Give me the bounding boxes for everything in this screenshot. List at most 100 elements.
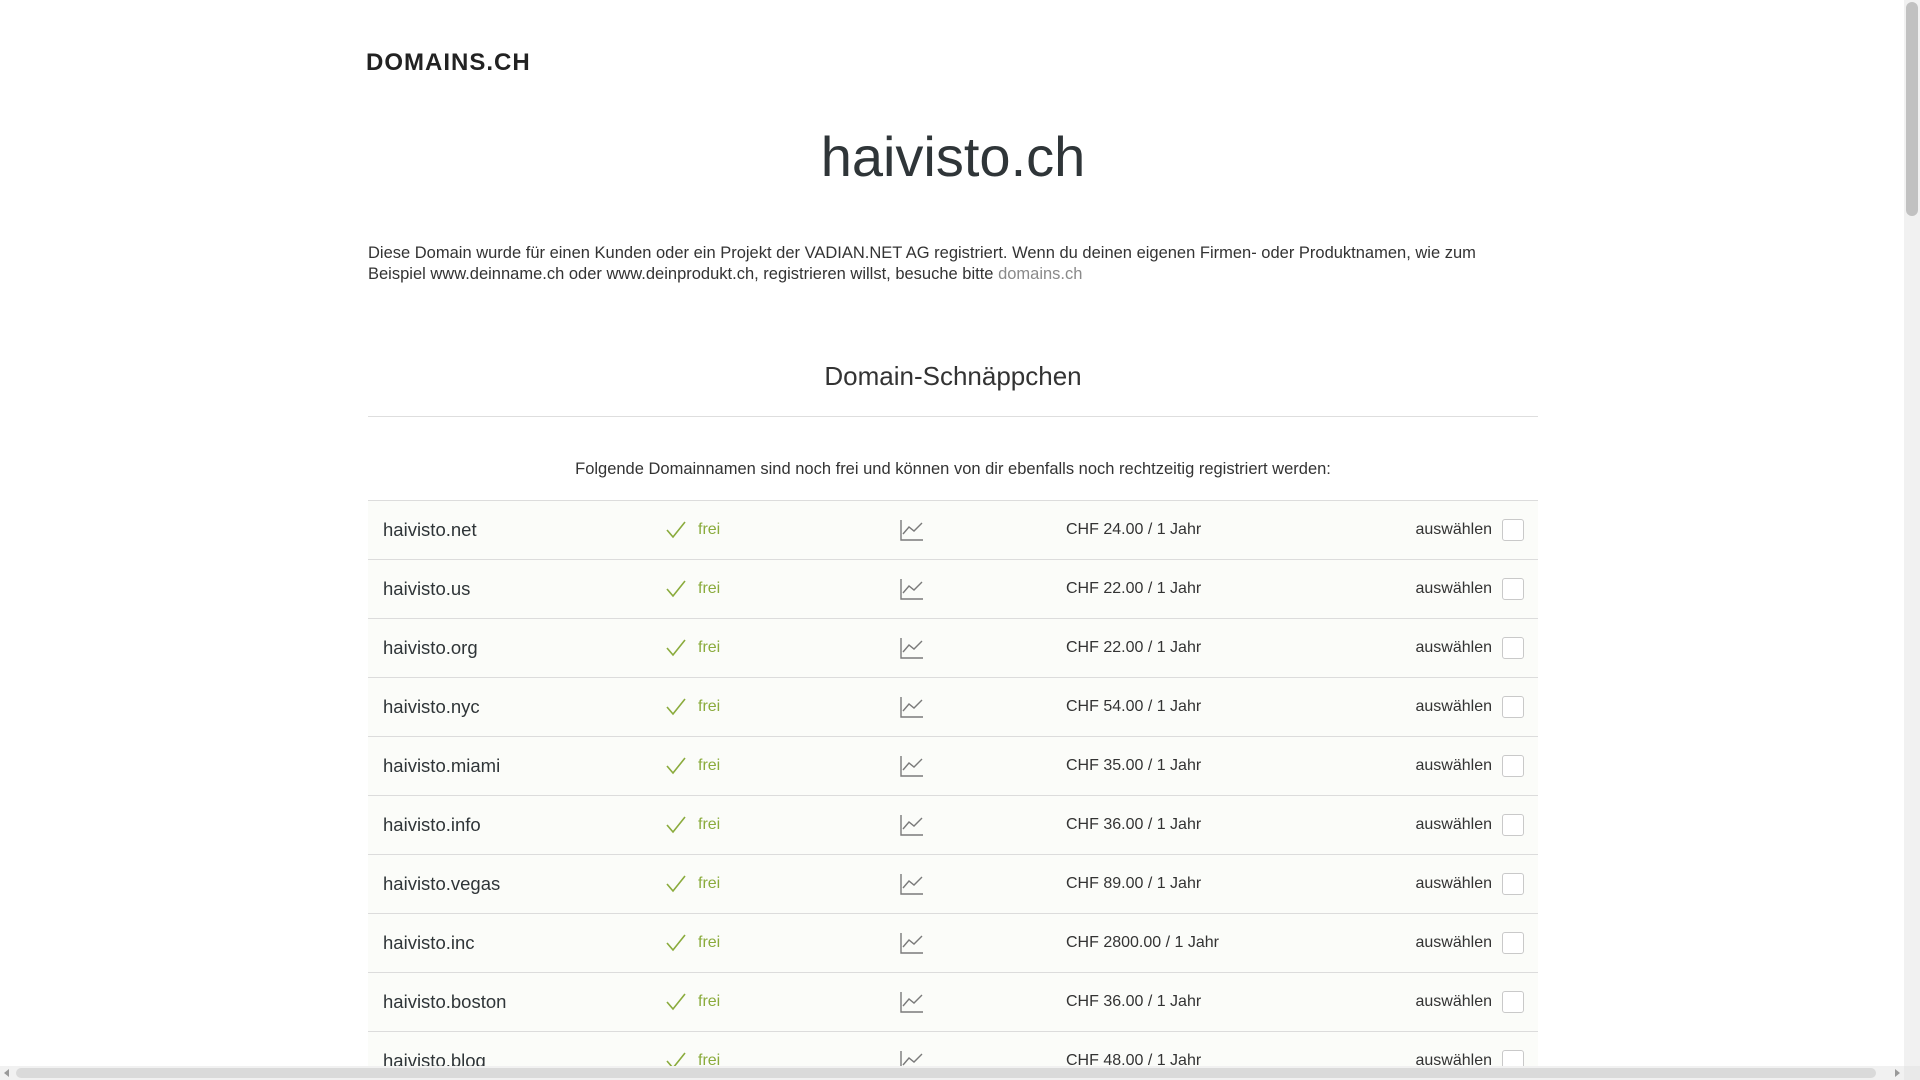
status-label: frei [698, 993, 721, 1010]
select-control[interactable]: auswählen [1416, 973, 1524, 1031]
select-label[interactable]: auswählen [1416, 816, 1493, 834]
domain-row: haivisto.info frei CHF 36.00 / 1 Jahr au… [368, 796, 1538, 855]
checkmark-icon [666, 875, 686, 893]
lead-text: Folgende Domainnamen sind noch frei und … [575, 460, 1331, 478]
intro-body: Diese Domain wurde für einen Kunden oder… [368, 244, 1476, 283]
domain-price: CHF 89.00 / 1 Jahr [1066, 875, 1202, 892]
domain-row: haivisto.boston frei CHF 36.00 / 1 Jahr … [368, 973, 1538, 1032]
domain-status: frei [666, 560, 720, 618]
trend-chart-icon[interactable] [900, 578, 924, 600]
intro-text: Diese Domain wurde für einen Kunden oder… [368, 243, 1538, 285]
domain-name: haivisto.miami [383, 755, 501, 776]
checkmark-icon [666, 934, 686, 952]
domains-ch-link[interactable]: domains.ch [998, 265, 1082, 283]
domain-name: haivisto.us [383, 578, 471, 599]
domain-name: haivisto.boston [383, 991, 507, 1012]
trend-chart-icon[interactable] [900, 814, 924, 836]
domain-name: haivisto.vegas [383, 873, 501, 894]
scrollbar-corner [1904, 1066, 1920, 1080]
vertical-scrollbar-thumb[interactable] [1906, 2, 1918, 216]
site-logo[interactable]: DOMAINS.CH [366, 49, 531, 77]
checkmark-icon [666, 1052, 686, 1066]
trend-chart-icon[interactable] [900, 696, 924, 718]
status-label: frei [698, 934, 721, 951]
trend-chart-icon[interactable] [900, 755, 924, 777]
checkmark-icon [666, 521, 686, 539]
select-control[interactable]: auswählen [1416, 1032, 1524, 1066]
vertical-scrollbar[interactable] [1904, 0, 1920, 1066]
domain-status: frei [666, 501, 720, 559]
status-label: frei [698, 698, 721, 715]
domain-row: haivisto.inc frei CHF 2800.00 / 1 Jahr a… [368, 914, 1538, 973]
domain-row: haivisto.net frei CHF 24.00 / 1 Jahr aus… [368, 501, 1538, 560]
domain-status: frei [666, 855, 720, 913]
select-label[interactable]: auswählen [1416, 698, 1493, 716]
select-control[interactable]: auswählen [1416, 737, 1524, 795]
trend-chart-icon[interactable] [900, 932, 924, 954]
trend-chart-icon[interactable] [900, 637, 924, 659]
status-label: frei [698, 875, 721, 892]
domain-price: CHF 22.00 / 1 Jahr [1066, 639, 1202, 656]
trend-chart-icon[interactable] [900, 873, 924, 895]
horizontal-scrollbar[interactable] [0, 1066, 1904, 1080]
checkmark-icon [666, 639, 686, 657]
checkmark-icon [666, 580, 686, 598]
horizontal-scrollbar-thumb[interactable] [16, 1068, 1876, 1078]
section-divider [368, 416, 1538, 417]
select-control[interactable]: auswählen [1416, 914, 1524, 972]
select-label[interactable]: auswählen [1416, 757, 1493, 775]
domain-row: haivisto.us frei CHF 22.00 / 1 Jahr ausw… [368, 560, 1538, 619]
status-label: frei [698, 521, 721, 538]
select-label[interactable]: auswählen [1416, 639, 1493, 657]
domain-name: haivisto.inc [383, 932, 475, 953]
domain-status: frei [666, 796, 720, 854]
domain-row: haivisto.miami frei CHF 35.00 / 1 Jahr a… [368, 737, 1538, 796]
domain-price: CHF 24.00 / 1 Jahr [1066, 521, 1202, 538]
domain-price: CHF 35.00 / 1 Jahr [1066, 757, 1202, 774]
select-control[interactable]: auswählen [1416, 796, 1524, 854]
section-title: Domain-Schnäppchen [824, 361, 1082, 391]
select-control[interactable]: auswählen [1416, 560, 1524, 618]
select-checkbox[interactable] [1502, 814, 1524, 836]
domain-row: haivisto.nyc frei CHF 54.00 / 1 Jahr aus… [368, 678, 1538, 737]
select-control[interactable]: auswählen [1416, 501, 1524, 559]
status-label: frei [698, 757, 721, 774]
trend-chart-icon[interactable] [900, 991, 924, 1013]
checkmark-icon [666, 993, 686, 1011]
select-checkbox[interactable] [1502, 755, 1524, 777]
domain-status: frei [666, 678, 720, 736]
domain-row: haivisto.vegas frei CHF 89.00 / 1 Jahr a… [368, 855, 1538, 914]
status-label: frei [698, 639, 721, 656]
select-label[interactable]: auswählen [1416, 934, 1493, 952]
domain-name: haivisto.nyc [383, 696, 480, 717]
scroll-right-arrow-icon[interactable] [1895, 1069, 1900, 1077]
domain-row: haivisto.blog frei CHF 48.00 / 1 Jahr au… [368, 1032, 1538, 1066]
page: DOMAINS.CH haivisto.ch Diese Domain wurd… [0, 0, 1904, 1066]
select-label[interactable]: auswählen [1416, 875, 1493, 893]
trend-chart-icon[interactable] [900, 519, 924, 541]
select-checkbox[interactable] [1502, 637, 1524, 659]
trend-chart-icon[interactable] [900, 1050, 924, 1066]
domain-price: CHF 48.00 / 1 Jahr [1066, 1052, 1202, 1066]
select-checkbox[interactable] [1502, 696, 1524, 718]
select-checkbox[interactable] [1502, 578, 1524, 600]
select-checkbox[interactable] [1502, 932, 1524, 954]
select-checkbox[interactable] [1502, 873, 1524, 895]
select-label[interactable]: auswählen [1416, 521, 1493, 539]
domain-price: CHF 36.00 / 1 Jahr [1066, 993, 1202, 1010]
domain-list: haivisto.net frei CHF 24.00 / 1 Jahr aus… [368, 500, 1538, 1066]
domain-price: CHF 22.00 / 1 Jahr [1066, 580, 1202, 597]
select-label[interactable]: auswählen [1416, 580, 1493, 598]
select-checkbox[interactable] [1502, 519, 1524, 541]
select-control[interactable]: auswählen [1416, 855, 1524, 913]
select-control[interactable]: auswählen [1416, 678, 1524, 736]
domain-status: frei [666, 737, 720, 795]
domain-name: haivisto.info [383, 814, 481, 835]
select-checkbox[interactable] [1502, 1050, 1524, 1066]
select-checkbox[interactable] [1502, 991, 1524, 1013]
checkmark-icon [666, 816, 686, 834]
select-label[interactable]: auswählen [1416, 1052, 1493, 1066]
select-label[interactable]: auswählen [1416, 993, 1493, 1011]
select-control[interactable]: auswählen [1416, 619, 1524, 677]
scroll-left-arrow-icon[interactable] [4, 1069, 9, 1077]
